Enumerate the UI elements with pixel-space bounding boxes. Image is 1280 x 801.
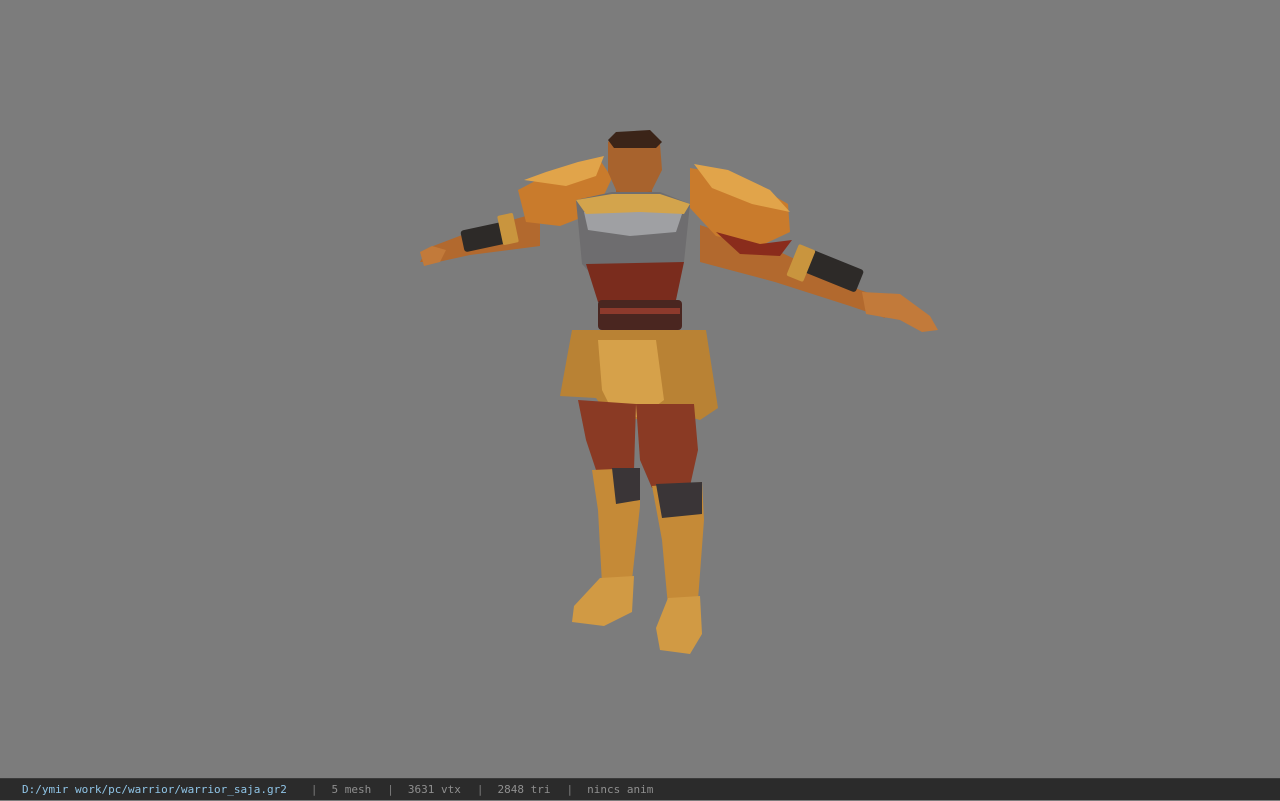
separator: | [476,783,484,796]
animation-status: nincs anim [587,783,654,796]
belt [598,300,682,330]
boot-right [656,596,702,654]
abdomen-armor [586,262,684,302]
hair [608,130,662,148]
separator: | [387,783,394,796]
triangle-count: 2848 tri [497,783,551,796]
3d-viewport[interactable] [0,0,1280,778]
belt-band [600,308,680,314]
knee-guard-right [656,482,702,518]
knee-guard-left [612,468,640,504]
leg-left [578,400,636,476]
vertex-count: 3631 vtx [407,783,461,796]
hand-left [420,246,446,266]
file-path: D:/ymir work/pc/warrior/warrior_saja.gr2 [22,783,287,796]
hand-right [862,292,938,332]
warrior-model[interactable] [0,0,1280,778]
mesh-count: 5 mesh [331,783,372,796]
separator: | [310,783,318,796]
separator: | [566,783,574,796]
leg-right [636,404,698,488]
status-bar: D:/ymir work/pc/warrior/warrior_saja.gr2… [0,778,1280,800]
boot-left [572,576,634,626]
